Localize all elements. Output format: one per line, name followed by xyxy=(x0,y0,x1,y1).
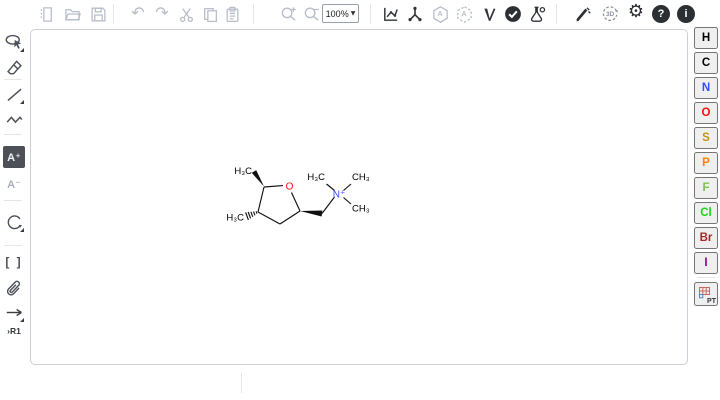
attach-point-button[interactable] xyxy=(2,276,26,300)
rgroup-icon: ›R1 xyxy=(7,326,21,336)
toolbar-divider xyxy=(4,79,22,80)
submenu-indicator xyxy=(20,318,24,322)
element-button-br[interactable]: Br xyxy=(694,227,718,249)
recognize-button[interactable] xyxy=(573,4,593,24)
pencil-icon xyxy=(574,5,592,23)
aromatize-icon: A xyxy=(431,5,450,24)
check-icon xyxy=(504,5,522,23)
periodic-table-button[interactable]: PT xyxy=(694,282,718,306)
zoom-level-dropdown[interactable]: 100% ▼ xyxy=(322,4,359,23)
rotate-tool-button[interactable] xyxy=(2,210,26,234)
copy-icon xyxy=(202,6,219,23)
calculated-values-button[interactable] xyxy=(527,4,547,24)
flask-icon xyxy=(528,5,546,23)
save-icon xyxy=(90,6,107,23)
stereo-wedge-icon xyxy=(481,6,498,23)
zoom-in-button[interactable] xyxy=(279,4,299,24)
rgroup-button[interactable]: ›R1 xyxy=(2,323,26,339)
bracket-icon: [ ] xyxy=(5,255,22,269)
element-button-c[interactable]: C xyxy=(694,52,718,74)
aromatize-button[interactable]: A xyxy=(430,4,450,24)
submenu-indicator xyxy=(20,48,24,52)
element-button-cl[interactable]: Cl xyxy=(694,202,718,224)
toolbar-divider xyxy=(241,373,242,393)
dearomatize-button[interactable]: A xyxy=(454,4,474,24)
help-icon: ? xyxy=(652,5,670,23)
layout-icon xyxy=(382,5,400,23)
top-toolbar: ↶ ↷ xyxy=(0,0,720,28)
3d-viewer-button[interactable]: 3D xyxy=(600,4,620,24)
undo-button[interactable]: ↶ xyxy=(128,3,148,23)
zoom-in-icon xyxy=(280,5,298,23)
charge-minus-icon: A⁻ xyxy=(7,178,21,191)
redo-button[interactable]: ↷ xyxy=(152,3,172,23)
clean-up-icon xyxy=(406,5,424,23)
element-button-h[interactable]: H xyxy=(694,27,718,49)
settings-button[interactable]: ⚙ xyxy=(626,2,646,22)
select-lasso-button[interactable] xyxy=(2,30,26,54)
cut-icon xyxy=(178,6,195,23)
single-bond-button[interactable] xyxy=(2,82,26,106)
redo-icon: ↷ xyxy=(155,5,168,21)
periodic-table-icon: PT xyxy=(697,285,715,303)
element-button-n[interactable]: N xyxy=(694,77,718,99)
element-button-o[interactable]: O xyxy=(694,102,718,124)
charge-plus-icon: A⁺ xyxy=(7,151,21,164)
element-button-s[interactable]: S xyxy=(694,127,718,149)
about-button[interactable]: i xyxy=(676,4,696,24)
new-document-icon xyxy=(38,6,55,23)
left-toolbar: A⁺ A⁻ [ ] xyxy=(0,28,30,368)
chain-tool-button[interactable] xyxy=(2,107,26,131)
reaction-arrow-button[interactable] xyxy=(2,300,26,324)
chevron-down-icon: ▼ xyxy=(351,10,356,17)
clean-up-button[interactable] xyxy=(405,4,425,24)
charge-minus-button[interactable]: A⁻ xyxy=(2,172,26,196)
toolbar-divider xyxy=(370,4,371,24)
chain-icon xyxy=(5,110,24,129)
toolbar-divider xyxy=(253,4,254,24)
eraser-icon xyxy=(5,58,24,77)
zoom-out-button[interactable] xyxy=(302,4,322,24)
toolbar-divider xyxy=(113,4,114,24)
sgroup-button[interactable]: [ ] xyxy=(2,250,26,274)
layout-button[interactable] xyxy=(381,4,401,24)
help-button[interactable]: ? xyxy=(651,4,671,24)
submenu-indicator xyxy=(20,100,24,104)
erase-button[interactable] xyxy=(2,55,26,79)
gear-icon: ⚙ xyxy=(628,3,644,21)
save-button[interactable] xyxy=(88,4,108,24)
template-toolbar xyxy=(0,368,720,400)
element-button-p[interactable]: P xyxy=(694,152,718,174)
open-button[interactable] xyxy=(62,4,82,24)
element-button-f[interactable]: F xyxy=(694,177,718,199)
toolbar-divider xyxy=(4,245,22,246)
toolbar-divider xyxy=(697,277,715,278)
zoom-level-value: 100% xyxy=(326,9,349,19)
stereochemistry-button[interactable] xyxy=(479,4,499,24)
undo-icon: ↶ xyxy=(131,5,144,21)
paste-button[interactable] xyxy=(222,4,242,24)
ketcher-editor: ↶ ↷ xyxy=(0,0,720,400)
paperclip-icon xyxy=(5,279,24,298)
3d-viewer-icon: 3D xyxy=(601,5,619,23)
toolbar-divider xyxy=(4,200,22,201)
submenu-indicator xyxy=(20,228,24,232)
cut-button[interactable] xyxy=(176,4,196,24)
new-document-button[interactable] xyxy=(36,4,56,24)
element-button-i[interactable]: I xyxy=(694,252,718,274)
open-folder-icon xyxy=(64,6,81,23)
charge-plus-button[interactable]: A⁺ xyxy=(3,146,25,168)
copy-button[interactable] xyxy=(200,4,220,24)
check-structure-button[interactable] xyxy=(503,4,523,24)
info-icon: i xyxy=(677,5,695,23)
drawing-canvas[interactable] xyxy=(30,29,688,365)
dearomatize-icon: A xyxy=(455,5,474,24)
paste-icon xyxy=(224,6,241,23)
toolbar-divider xyxy=(4,134,22,135)
zoom-out-icon xyxy=(303,5,321,23)
toolbar-divider xyxy=(556,4,557,24)
